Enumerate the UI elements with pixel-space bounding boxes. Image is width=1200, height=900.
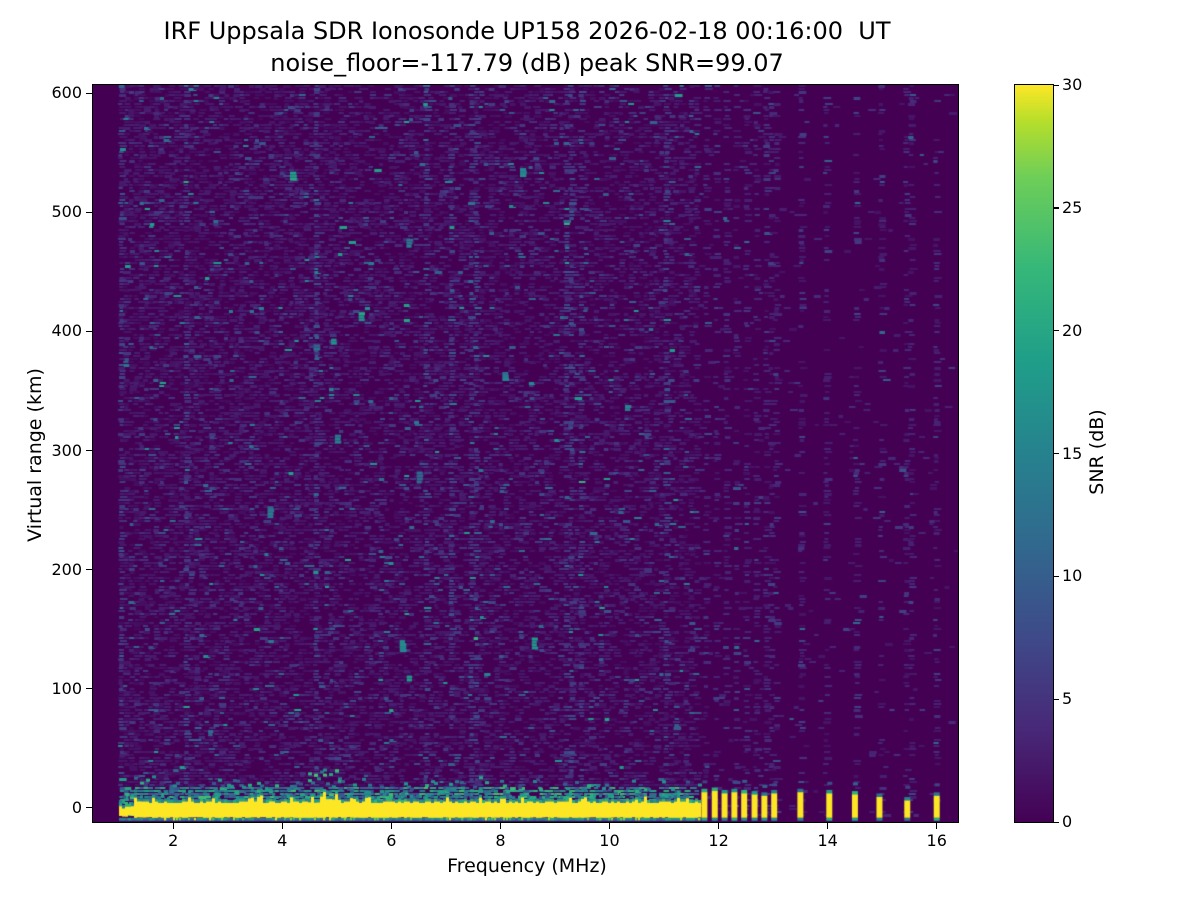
colorbar-tick-mark <box>1054 698 1059 700</box>
y-tick-mark <box>86 569 92 571</box>
y-tick-label: 500 <box>51 202 82 222</box>
colorbar-tick-label: 25 <box>1062 197 1083 217</box>
x-tick-mark <box>936 823 938 829</box>
y-tick-label: 0 <box>71 797 82 817</box>
x-tick-label: 4 <box>277 831 288 850</box>
colorbar-tick-label: 10 <box>1062 566 1083 586</box>
colorbar-tick-label: 0 <box>1062 812 1073 831</box>
colorbar <box>1014 84 1054 823</box>
x-tick-mark <box>608 823 611 829</box>
x-tick-label: 14 <box>817 831 838 850</box>
x-tick-mark <box>172 823 174 829</box>
ionogram-heatmap-canvas <box>93 85 958 822</box>
x-tick-mark <box>390 823 393 829</box>
plot-frame <box>92 84 959 823</box>
x-tick-label: 6 <box>386 831 397 850</box>
y-tick-mark <box>86 450 92 452</box>
x-tick-label: 16 <box>926 831 947 850</box>
colorbar-tick-mark <box>1054 207 1059 209</box>
x-tick-mark <box>827 823 829 829</box>
colorbar-tick-label: 30 <box>1062 75 1083 94</box>
colorbar-tick-mark <box>1054 84 1059 86</box>
y-tick-label: 100 <box>51 678 82 698</box>
x-tick-label: 10 <box>599 831 620 850</box>
y-tick-mark <box>86 807 92 809</box>
colorbar-tick-mark <box>1054 575 1059 578</box>
y-tick-label: 600 <box>51 83 82 103</box>
plot-subtitle: noise_floor=-117.79 (dB) peak SNR=99.07 <box>270 49 784 77</box>
x-tick-label: 2 <box>168 831 179 850</box>
x-tick-label: 12 <box>708 831 729 850</box>
colorbar-tick-label: 15 <box>1062 443 1083 463</box>
colorbar-tick-mark <box>1054 453 1059 455</box>
x-tick-mark <box>281 823 283 829</box>
y-tick-mark <box>86 330 92 333</box>
x-tick-mark <box>718 823 720 829</box>
colorbar-tick-mark <box>1054 330 1059 332</box>
y-tick-mark <box>86 92 92 95</box>
x-tick-label: 8 <box>495 831 506 850</box>
ionogram-figure: IRF Uppsala SDR Ionosonde UP158 2026-02-… <box>0 0 1200 900</box>
y-tick-mark <box>86 211 92 214</box>
colorbar-tick-label: 5 <box>1062 689 1073 709</box>
y-tick-label: 200 <box>51 559 82 579</box>
x-tick-mark <box>499 823 502 829</box>
x-axis-label: Frequency (MHz) <box>447 855 607 877</box>
colorbar-gradient <box>1015 85 1053 822</box>
colorbar-label: SNR (dB) <box>1086 409 1108 495</box>
plot-title: IRF Uppsala SDR Ionosonde UP158 2026-02-… <box>163 17 891 45</box>
y-tick-label: 400 <box>51 321 82 341</box>
y-tick-label: 300 <box>51 440 82 460</box>
colorbar-tick-mark <box>1054 821 1059 823</box>
colorbar-tick-label: 20 <box>1062 320 1083 340</box>
y-tick-mark <box>86 688 92 690</box>
